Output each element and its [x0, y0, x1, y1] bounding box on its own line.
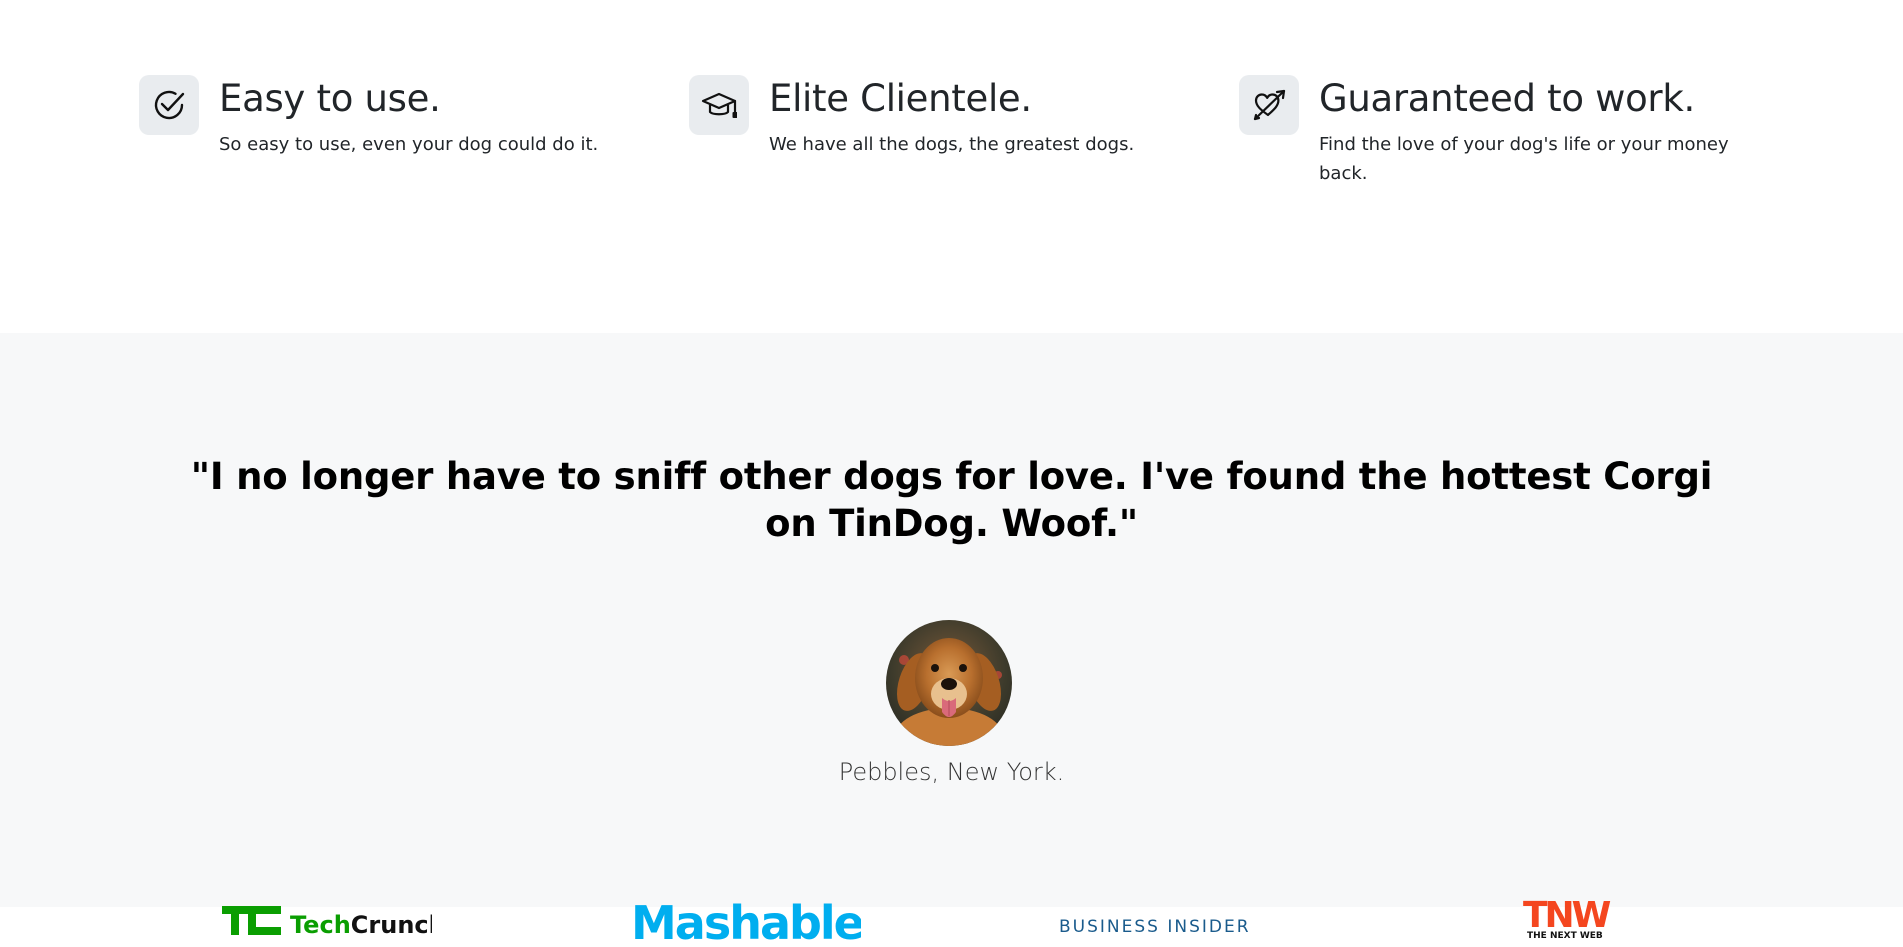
business-insider-wordmark: BUSINESS INSIDER	[1059, 917, 1251, 937]
feature-description: We have all the dogs, the greatest dogs.	[769, 134, 1135, 155]
feature-elite-clientele: Elite Clientele. We have all the dogs, t…	[689, 75, 1134, 159]
mashable-wordmark: Mashable	[631, 896, 861, 943]
testimonial-author: Pebbles, New York.	[838, 758, 1065, 786]
tnw-sub: THE NEXT WEB	[1527, 931, 1603, 940]
feature-title: Elite Clientele.	[769, 77, 1032, 120]
techcrunch-logo: TechCrunch	[222, 903, 446, 941]
press-logos: TechCrunch Mashable BUSINESS INSIDER TNW…	[0, 863, 1903, 947]
feature-title: Easy to use.	[219, 77, 441, 120]
testimonial-section: "I no longer have to sniff other dogs fo…	[0, 333, 1903, 947]
mashable-logo: Mashable	[631, 893, 865, 947]
feature-description: Find the love of your dog's life or your…	[1319, 134, 1729, 184]
tnw-logo: TNW THE NEXT WEB	[1523, 895, 1623, 944]
svg-text:TechCrunch: TechCrunch	[290, 911, 432, 937]
feature-title: Guaranteed to work.	[1319, 77, 1695, 120]
check-circle-icon	[139, 75, 199, 135]
techcrunch-suffix: Crunch	[351, 911, 432, 937]
features-section: Easy to use. So easy to use, even your d…	[0, 0, 1903, 333]
feature-guaranteed: Guaranteed to work. Find the love of you…	[1239, 75, 1749, 188]
graduation-cap-icon	[689, 75, 749, 135]
testimonial-quote: "I no longer have to sniff other dogs fo…	[190, 455, 1713, 545]
avatar	[886, 620, 1012, 746]
tnw-mark: TNW	[1523, 895, 1611, 936]
heart-arrow-icon	[1239, 75, 1299, 135]
techcrunch-prefix: Tech	[290, 911, 351, 937]
feature-easy-to-use: Easy to use. So easy to use, even your d…	[139, 75, 598, 159]
business-insider-logo: BUSINESS INSIDER	[1059, 913, 1259, 941]
feature-description: So easy to use, even your dog could do i…	[219, 134, 599, 155]
